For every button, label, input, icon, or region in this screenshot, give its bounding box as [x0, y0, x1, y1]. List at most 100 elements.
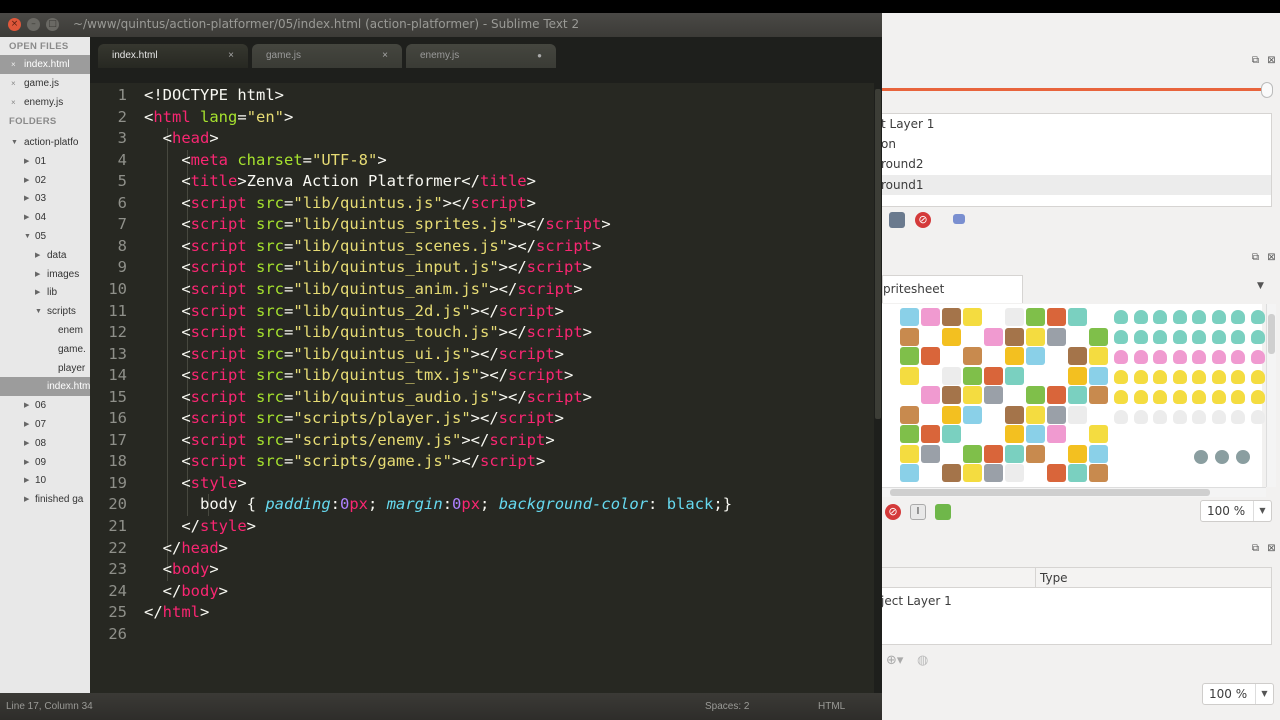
code-line[interactable]: <script src="lib/quintus_input.js"></scr… [144, 257, 592, 279]
folder-tree-item[interactable]: index.htm [0, 377, 90, 397]
code-line[interactable]: <style> [144, 473, 246, 495]
code-line[interactable]: <title>Zenva Action Platformer</title> [144, 171, 536, 193]
tile[interactable] [1068, 444, 1087, 463]
tile[interactable] [900, 347, 919, 365]
add-object-icon[interactable]: ⊕▾ [886, 653, 903, 668]
tab-game-js[interactable]: game.js × [252, 44, 402, 68]
tile[interactable] [1047, 425, 1066, 443]
sprite-tile[interactable] [1211, 350, 1226, 364]
close-icon[interactable]: × [11, 93, 16, 112]
code-line[interactable]: <script src="lib/quintus_2d.js"></script… [144, 301, 564, 323]
chevron-down-icon[interactable]: ▼ [1253, 501, 1271, 521]
close-panel-icon[interactable]: ⊠ [1266, 55, 1277, 66]
layer-row[interactable]: round2 [882, 154, 1271, 174]
sprite-tile[interactable] [1211, 410, 1226, 424]
tile[interactable] [921, 444, 940, 463]
sprite-tile[interactable] [1231, 310, 1245, 324]
sprite-tile[interactable] [1114, 370, 1128, 384]
sprite-tile[interactable] [1250, 370, 1265, 384]
tileset-view[interactable] [882, 304, 1265, 487]
editor-scrollbar[interactable] [874, 83, 882, 693]
sprite-tile[interactable] [1153, 310, 1167, 324]
layer-row[interactable]: on [882, 134, 1271, 154]
sprite-tile[interactable] [1172, 410, 1187, 424]
scrollbar-thumb[interactable] [1268, 314, 1275, 354]
tile[interactable] [900, 444, 919, 463]
sprite-tile[interactable] [1172, 350, 1187, 364]
open-file-enemy-js[interactable]: × enemy.js [0, 93, 90, 112]
tile[interactable] [1089, 366, 1108, 385]
tile[interactable] [1089, 347, 1108, 365]
tile[interactable] [1026, 386, 1045, 404]
chevron-down-icon[interactable]: ▼ [1257, 281, 1264, 291]
sprite-tile[interactable] [1192, 350, 1206, 364]
chevron-down-icon[interactable]: ▼ [24, 227, 31, 246]
code-line[interactable]: <script src="lib/quintus_anim.js"></scri… [144, 279, 582, 301]
folder-tree-item[interactable]: ▼ 05 [0, 227, 90, 246]
open-file-game-js[interactable]: × game.js [0, 74, 90, 93]
code-editor[interactable]: 1 2 3 4 5 6 7 8 9 10 11 12 13 14 15 16 17 18 19 20 21 22 23 24 2… [90, 83, 874, 693]
sprite-tile[interactable] [1114, 310, 1128, 324]
tile[interactable] [1005, 405, 1024, 424]
sprite-tile[interactable] [1211, 390, 1226, 404]
code-line[interactable]: <body> [144, 559, 219, 581]
sprite-tile[interactable] [1172, 390, 1187, 404]
sprite-tile[interactable] [1133, 390, 1148, 404]
tile[interactable] [921, 425, 940, 443]
sprite-tile[interactable] [1133, 350, 1148, 364]
tileset-properties-icon[interactable] [935, 504, 951, 520]
sprite-tile[interactable] [1250, 330, 1265, 344]
tile[interactable] [984, 425, 1003, 443]
folder-tree-item[interactable]: ▶ 08 [0, 434, 90, 453]
chevron-right-icon[interactable]: ▶ [24, 171, 29, 190]
code-line[interactable]: </html> [144, 602, 209, 624]
tile[interactable] [1005, 347, 1024, 365]
edit-terrain-icon[interactable]: I [910, 504, 926, 520]
code-line[interactable]: <script src="lib/quintus_sprites.js"></s… [144, 214, 610, 236]
code-line[interactable]: <script src="lib/quintus_ui.js"></script… [144, 344, 564, 366]
chevron-right-icon[interactable]: ▶ [24, 208, 29, 227]
folder-tree-item[interactable]: ▶ data [0, 246, 90, 265]
code-line[interactable]: <script src="lib/quintus_tmx.js"></scrip… [144, 365, 573, 387]
close-window-icon[interactable]: × [8, 18, 21, 31]
chevron-right-icon[interactable]: ▶ [35, 265, 40, 284]
chevron-down-icon[interactable]: ▼ [35, 302, 42, 321]
tile[interactable] [1026, 347, 1045, 365]
indent-setting[interactable]: Spaces: 2 [705, 701, 749, 712]
sprite-tile[interactable] [1231, 330, 1245, 344]
sprite-tile[interactable] [1250, 310, 1265, 324]
tile[interactable] [921, 308, 940, 326]
tile[interactable] [984, 347, 1003, 365]
scrollbar-thumb[interactable] [890, 489, 1210, 496]
sprite-tile[interactable] [1153, 350, 1167, 364]
close-icon[interactable]: × [11, 74, 16, 93]
tile[interactable] [921, 386, 940, 404]
tile[interactable] [900, 464, 919, 482]
folder-tree-item[interactable]: ▶ 04 [0, 208, 90, 227]
tile[interactable] [942, 386, 961, 404]
sprite-tile[interactable] [1133, 410, 1148, 424]
sprite-tile[interactable] [1231, 410, 1245, 424]
sprite-tile[interactable] [1133, 370, 1148, 384]
tile[interactable] [1005, 308, 1024, 326]
chevron-right-icon[interactable]: ▶ [24, 152, 29, 171]
sprite-tile[interactable] [1114, 330, 1128, 344]
chevron-right-icon[interactable]: ▶ [24, 453, 29, 472]
tile[interactable] [1089, 464, 1108, 482]
sprite-tile[interactable] [1250, 390, 1265, 404]
tile[interactable] [1047, 366, 1066, 385]
sprite-tile[interactable] [1172, 370, 1187, 384]
folder-tree-item[interactable]: ▶ 09 [0, 453, 90, 472]
remove-tileset-icon[interactable]: ⊘ [885, 504, 901, 520]
tab-enemy-js[interactable]: enemy.js ● [406, 44, 556, 68]
tile[interactable] [942, 425, 961, 443]
tile[interactable] [1047, 308, 1066, 326]
tileset-tab[interactable]: pritesheet [882, 275, 1023, 303]
open-file-index-html[interactable]: × index.html [0, 55, 90, 74]
tile[interactable] [900, 308, 919, 326]
tile[interactable] [942, 366, 961, 385]
chevron-right-icon[interactable]: ▶ [24, 189, 29, 208]
float-panel-icon[interactable]: ⧉ [1250, 252, 1261, 263]
tile[interactable] [942, 327, 961, 346]
close-tab-icon[interactable]: × [382, 44, 388, 68]
